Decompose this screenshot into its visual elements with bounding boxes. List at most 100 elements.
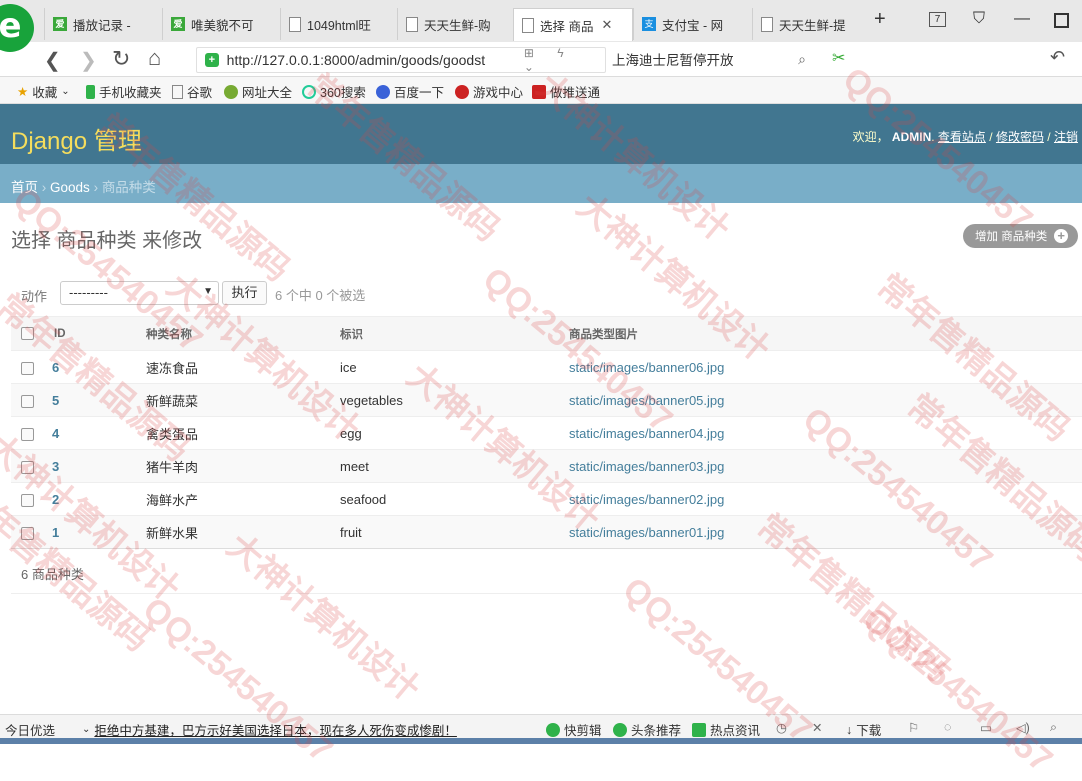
breadcrumb-home[interactable]: 首页 bbox=[11, 180, 38, 195]
select-all-checkbox[interactable] bbox=[21, 327, 34, 340]
search-input[interactable]: 上海迪士尼暂停开放 ⌕ bbox=[612, 47, 812, 71]
action-select[interactable]: --------- ▼ bbox=[60, 281, 219, 305]
tab-close-icon[interactable]: ✕ bbox=[601, 17, 612, 33]
window-icon[interactable]: ▭ bbox=[980, 720, 992, 735]
row-logo: vegetables bbox=[340, 383, 569, 417]
row-image-cell: static/images/banner04.jpg bbox=[569, 416, 1082, 450]
result-table: ID 种类名称 标识 商品类型图片 6 速冻食品 ice static/images/… bbox=[11, 316, 1082, 549]
status-download[interactable]: ↓ 下载 bbox=[846, 720, 881, 739]
status-quick-edit[interactable]: 快剪辑 bbox=[546, 720, 602, 739]
change-password-link[interactable]: 修改密码 bbox=[996, 130, 1044, 144]
document-icon bbox=[406, 16, 418, 32]
home-icon[interactable]: ⌂ bbox=[148, 45, 161, 71]
row-checkbox[interactable] bbox=[21, 460, 34, 474]
shirt-icon[interactable]: ⛉ bbox=[973, 10, 985, 28]
row-logo: egg bbox=[340, 416, 569, 450]
block-icon[interactable]: ✕ bbox=[812, 720, 822, 735]
game-icon bbox=[455, 84, 469, 99]
tab-3[interactable]: 1049html旺 bbox=[280, 8, 397, 40]
iqiyi-icon: 爱 bbox=[53, 17, 67, 31]
status-headline[interactable]: 头条推荐 bbox=[613, 720, 681, 739]
logout-link[interactable]: 注销 bbox=[1054, 130, 1078, 144]
bookmark-game-center[interactable]: 游戏中心 bbox=[455, 82, 523, 101]
row-id-cell: 1 bbox=[44, 515, 146, 549]
baidu-icon bbox=[376, 84, 390, 99]
maximize-icon[interactable] bbox=[1054, 13, 1069, 28]
result-count: 6 商品种类 bbox=[21, 567, 84, 582]
document-icon bbox=[522, 17, 534, 33]
go-button[interactable]: 执行 bbox=[222, 281, 267, 305]
bookmark-360-search[interactable]: 360搜索 bbox=[302, 82, 366, 101]
tab-active[interactable]: 选择 商品 ✕ bbox=[513, 8, 633, 41]
bookmark-google[interactable]: 谷歌 bbox=[172, 82, 212, 101]
admin-header: Django 管理 欢迎， ADMIN. 查看站点 / 修改密码 / 注销 bbox=[0, 104, 1082, 164]
bookmark-favorites[interactable]: ★ 收藏 ⌄ bbox=[17, 82, 70, 101]
clock-icon[interactable]: ◷ bbox=[776, 720, 787, 735]
bookmark-baidu[interactable]: 百度一下 bbox=[376, 82, 444, 101]
url-text: http://127.0.0.1:8000/admin/goods/goodst bbox=[226, 52, 486, 68]
row-logo: meet bbox=[340, 449, 569, 483]
user-tools: 欢迎， ADMIN. 查看站点 / 修改密码 / 注销 bbox=[852, 130, 1078, 144]
tab-1[interactable]: 爱 播放记录 - bbox=[44, 8, 165, 40]
row-id-link[interactable]: 3 bbox=[52, 459, 59, 474]
volume-icon[interactable]: ◁) bbox=[1016, 720, 1030, 735]
row-id-link[interactable]: 5 bbox=[52, 393, 59, 408]
flag-icon[interactable]: ⚐ bbox=[908, 720, 919, 735]
table-row: 5 新鲜蔬菜 vegetables static/images/banner05.jp… bbox=[11, 383, 1082, 417]
zoom-icon[interactable]: ⌕ bbox=[1050, 720, 1057, 735]
tab-2[interactable]: 爱 唯美貌不可 bbox=[162, 8, 283, 40]
row-id-link[interactable]: 4 bbox=[52, 426, 59, 441]
breadcrumb-goods[interactable]: Goods bbox=[50, 180, 90, 195]
row-select-cell bbox=[11, 482, 44, 516]
row-id-cell: 3 bbox=[44, 449, 146, 483]
view-site-link[interactable]: 查看站点 bbox=[938, 130, 986, 144]
refresh-icon[interactable]: ↻ bbox=[112, 46, 130, 72]
news-ticker[interactable]: ⌄ 拒绝中方基建，巴方示好美国选择日本，现在多人死伤变成惨剧！ bbox=[82, 720, 457, 739]
add-category-button[interactable]: 增加 商品种类 + bbox=[963, 224, 1079, 248]
row-id-link[interactable]: 2 bbox=[52, 492, 59, 507]
status-hot-news[interactable]: 热点资讯 bbox=[692, 720, 760, 739]
forward-icon[interactable]: ❯ bbox=[80, 48, 97, 73]
row-logo: ice bbox=[340, 350, 569, 384]
row-name: 新鲜蔬菜 bbox=[146, 383, 340, 417]
today-picks[interactable]: 今日优选 bbox=[5, 720, 55, 739]
bookmark-app[interactable]: 做推送通 bbox=[532, 82, 600, 101]
minimize-icon[interactable]: — bbox=[1014, 10, 1030, 28]
scissors-icon[interactable]: ✂ bbox=[832, 48, 850, 67]
tab-7[interactable]: 天天生鲜-提 bbox=[752, 8, 869, 40]
row-checkbox[interactable] bbox=[21, 361, 34, 375]
row-image-cell: static/images/banner02.jpg bbox=[569, 482, 1082, 516]
column-image[interactable]: 商品类型图片 bbox=[569, 316, 1082, 351]
table-row: 6 速冻食品 ice static/images/banner06.jpg bbox=[11, 350, 1082, 384]
row-checkbox[interactable] bbox=[21, 493, 34, 507]
document-icon bbox=[172, 84, 183, 99]
tab-count-badge[interactable]: 7 bbox=[929, 12, 946, 27]
browser-icon[interactable]: ◌ bbox=[944, 720, 951, 734]
tab-4[interactable]: 天天生鲜-购 bbox=[397, 8, 514, 40]
bookmark-mobile[interactable]: 手机收藏夹 bbox=[86, 82, 162, 101]
hot-news-icon bbox=[692, 722, 706, 737]
row-image-path: static/images/banner04.jpg bbox=[569, 425, 725, 441]
undo-icon[interactable]: ↶ bbox=[1050, 47, 1065, 68]
row-checkbox[interactable] bbox=[21, 526, 34, 540]
column-id[interactable]: ID bbox=[44, 316, 146, 351]
search-icon[interactable]: ⌕ bbox=[798, 51, 806, 68]
row-image-path: static/images/banner01.jpg bbox=[569, 524, 725, 540]
address-input[interactable]: + http://127.0.0.1:8000/admin/goods/good… bbox=[196, 46, 606, 74]
row-select-cell bbox=[11, 383, 44, 417]
row-id-link[interactable]: 1 bbox=[52, 525, 59, 540]
tab-6[interactable]: 支 支付宝 - 网 bbox=[633, 8, 752, 40]
page-title: 选择 商品种类 来修改 bbox=[11, 230, 203, 252]
site-branding[interactable]: Django 管理 bbox=[11, 121, 142, 156]
360-search-icon bbox=[302, 84, 316, 99]
bookmark-site-directory[interactable]: 网址大全 bbox=[224, 82, 292, 101]
column-name[interactable]: 种类名称 bbox=[146, 316, 340, 351]
back-icon[interactable]: ❮ bbox=[44, 48, 61, 73]
row-checkbox[interactable] bbox=[21, 394, 34, 408]
row-checkbox[interactable] bbox=[21, 427, 34, 441]
page-tools-icon[interactable]: ⊞ ϟ ⌄ bbox=[524, 46, 605, 74]
column-logo[interactable]: 标识 bbox=[340, 316, 569, 351]
row-id-link[interactable]: 6 bbox=[52, 360, 59, 375]
new-tab-icon[interactable]: + bbox=[874, 8, 886, 31]
os-taskbar bbox=[0, 738, 1082, 744]
